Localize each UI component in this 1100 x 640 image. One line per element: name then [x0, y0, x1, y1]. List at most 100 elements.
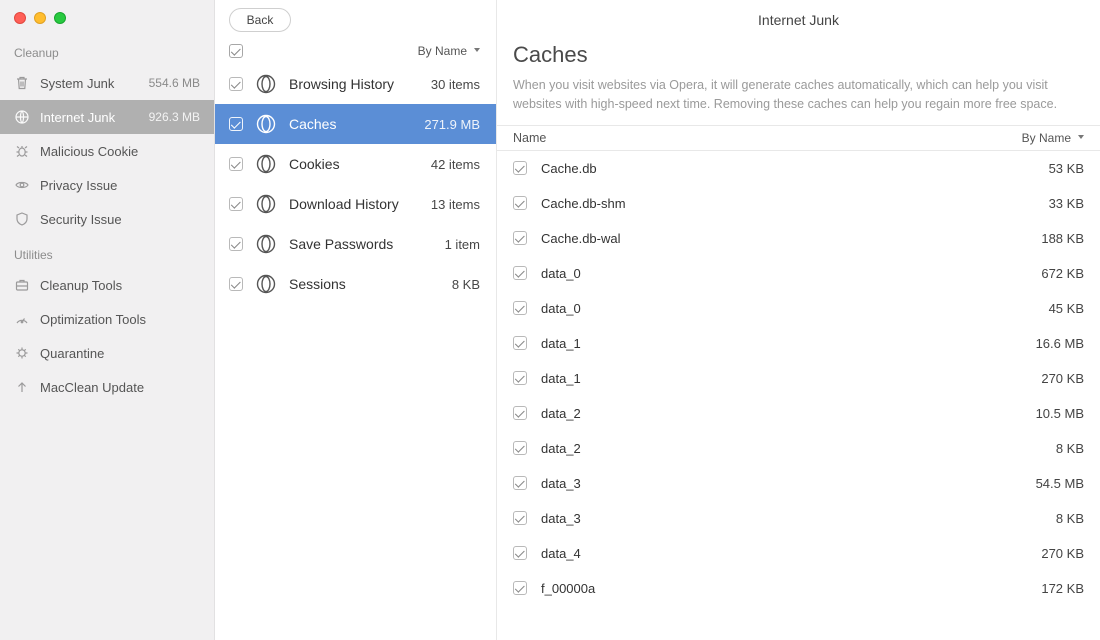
up-icon [14, 379, 30, 395]
file-size: 270 KB [1041, 546, 1084, 561]
sidebar-item-quarantine[interactable]: Quarantine [0, 336, 214, 370]
file-checkbox[interactable] [513, 196, 527, 210]
category-row-download-history[interactable]: Download History13 items [215, 184, 496, 224]
file-name: data_0 [541, 266, 1027, 281]
file-row[interactable]: data_0672 KB [497, 256, 1100, 291]
category-value: 30 items [431, 77, 480, 92]
file-row[interactable]: data_28 KB [497, 431, 1100, 466]
file-checkbox[interactable] [513, 441, 527, 455]
file-checkbox[interactable] [513, 301, 527, 315]
category-name: Sessions [289, 276, 440, 292]
category-row-browsing-history[interactable]: Browsing History 30 items [215, 64, 496, 104]
category-name: Save Passwords [289, 236, 433, 252]
file-row[interactable]: data_0 45 KB [497, 291, 1100, 326]
category-checkbox[interactable] [229, 157, 243, 171]
category-row-caches[interactable]: Caches271.9 MB [215, 104, 496, 144]
sidebar-item-malicious-cookie[interactable]: Malicious Cookie [0, 134, 214, 168]
app-window: Cleanup System Junk554.6 MBInternet Junk… [0, 0, 1100, 640]
file-checkbox[interactable] [513, 546, 527, 560]
category-value: 42 items [431, 157, 480, 172]
file-size: 45 KB [1049, 301, 1084, 316]
category-row-save-passwords[interactable]: Save Passwords1 item [215, 224, 496, 264]
file-checkbox[interactable] [513, 511, 527, 525]
opera-icon [255, 73, 277, 95]
file-row[interactable]: data_3 54.5 MB [497, 466, 1100, 501]
sidebar-item-system-junk[interactable]: System Junk554.6 MB [0, 66, 214, 100]
file-name: data_1 [541, 371, 1027, 386]
category-list: Browsing History30 itemsCaches271.9 MBCo… [215, 64, 496, 304]
file-checkbox[interactable] [513, 231, 527, 245]
close-window-button[interactable] [14, 12, 26, 24]
file-checkbox[interactable] [513, 161, 527, 175]
file-checkbox[interactable] [513, 581, 527, 595]
globe-icon [14, 109, 30, 125]
back-button[interactable]: Back [229, 8, 291, 32]
file-row[interactable]: Cache.db53 KB [497, 151, 1100, 186]
file-row[interactable]: Cache.db-wal188 KB [497, 221, 1100, 256]
briefcase-icon [14, 277, 30, 293]
detail-panel: Internet Junk Caches When you visit webs… [497, 0, 1100, 640]
file-name: data_2 [541, 406, 1022, 421]
file-list: Cache.db53 KBCache.db-shm33 KBCache.db-w… [497, 151, 1100, 606]
minimize-window-button[interactable] [34, 12, 46, 24]
category-name: Cookies [289, 156, 419, 172]
opera-icon [255, 193, 277, 215]
file-name: data_2 [541, 441, 1042, 456]
category-name: Browsing History [289, 76, 419, 92]
sidebar-item-meta: 926.3 MB [149, 110, 200, 124]
file-name: data_4 [541, 546, 1027, 561]
category-checkbox[interactable] [229, 237, 243, 251]
file-size: 54.5 MB [1036, 476, 1084, 491]
file-name: data_0 [541, 301, 1035, 316]
file-name: Cache.db-wal [541, 231, 1027, 246]
file-size: 10.5 MB [1036, 406, 1084, 421]
file-checkbox[interactable] [513, 406, 527, 420]
file-sort-button[interactable]: By Name [1022, 131, 1084, 145]
sidebar-item-privacy-issue[interactable]: Privacy Issue [0, 168, 214, 202]
opera-icon [255, 273, 277, 295]
opera-icon [255, 233, 277, 255]
category-checkbox[interactable] [229, 277, 243, 291]
file-checkbox[interactable] [513, 336, 527, 350]
sidebar-item-macclean-update[interactable]: MacClean Update [0, 370, 214, 404]
file-row[interactable]: Cache.db-shm33 KB [497, 186, 1100, 221]
category-row-sessions[interactable]: Sessions8 KB [215, 264, 496, 304]
category-panel: Back By Name Browsing History 30 items Cac… [215, 0, 497, 640]
eye-icon [14, 177, 30, 193]
column-name: Name [513, 131, 1022, 145]
file-row[interactable]: data_116.6 MB [497, 326, 1100, 361]
zoom-window-button[interactable] [54, 12, 66, 24]
file-table-header: Name By Name [497, 125, 1100, 151]
file-row[interactable]: data_1270 KB [497, 361, 1100, 396]
category-checkbox[interactable] [229, 197, 243, 211]
file-checkbox[interactable] [513, 371, 527, 385]
sidebar-item-label: Quarantine [40, 346, 200, 361]
file-row[interactable]: data_4 270 KB [497, 536, 1100, 571]
category-name: Download History [289, 196, 419, 212]
category-checkbox[interactable] [229, 77, 243, 91]
gauge-icon [14, 311, 30, 327]
sidebar-item-security-issue[interactable]: Security Issue [0, 202, 214, 236]
file-size: 33 KB [1049, 196, 1084, 211]
shield-icon [14, 211, 30, 227]
sidebar-item-optimization-tools[interactable]: Optimization Tools [0, 302, 214, 336]
sidebar-item-internet-junk[interactable]: Internet Junk 926.3 MB [0, 100, 214, 134]
file-name: data_3 [541, 476, 1022, 491]
file-checkbox[interactable] [513, 266, 527, 280]
file-row[interactable]: data_38 KB [497, 501, 1100, 536]
category-checkbox[interactable] [229, 117, 243, 131]
category-row-cookies[interactable]: Cookies 42 items [215, 144, 496, 184]
file-name: f_00000a [541, 581, 1027, 596]
file-checkbox[interactable] [513, 476, 527, 490]
detail-header: Caches When you visit websites via Opera… [497, 40, 1100, 125]
select-all-checkbox[interactable] [229, 44, 243, 58]
sidebar-item-cleanup-tools[interactable]: Cleanup Tools [0, 268, 214, 302]
file-row[interactable]: data_2 10.5 MB [497, 396, 1100, 431]
file-row[interactable]: f_00000a172 KB [497, 571, 1100, 606]
file-sort-label: By Name [1022, 131, 1071, 145]
window-title: Internet Junk [497, 0, 1100, 40]
trash-icon [14, 75, 30, 91]
sidebar-item-label: System Junk [40, 76, 139, 91]
category-sort-button[interactable]: By Name [418, 44, 480, 58]
sidebar-item-label: Internet Junk [40, 110, 139, 125]
